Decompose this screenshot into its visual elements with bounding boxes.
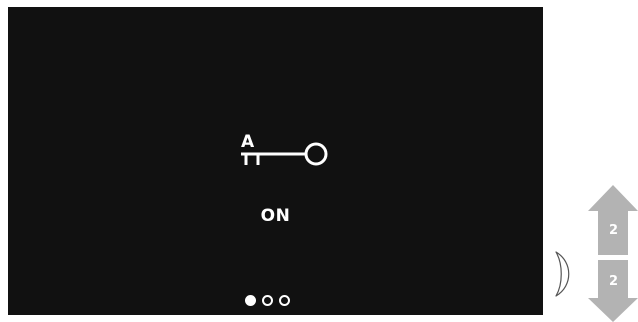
down-button-label: 2 — [609, 274, 619, 289]
up-button-label: 2 — [609, 223, 619, 238]
page-indicator — [245, 293, 290, 307]
key-icon: A — [241, 132, 328, 166]
display-screen: A ON — [8, 7, 543, 315]
page-dot-active[interactable] — [245, 294, 256, 306]
scroll-down-button[interactable]: 2 — [588, 260, 638, 322]
scroll-up-button[interactable]: 2 — [588, 185, 638, 255]
chevron-right-icon[interactable] — [553, 250, 575, 298]
arrow-down-icon — [588, 260, 638, 322]
device-panel: A ON 2 2 — [0, 0, 638, 322]
page-dot[interactable] — [262, 294, 273, 306]
status-label: ON — [260, 206, 291, 226]
page-dot[interactable] — [279, 294, 290, 306]
arrow-up-icon — [588, 185, 638, 255]
key-letter: A — [241, 132, 255, 152]
